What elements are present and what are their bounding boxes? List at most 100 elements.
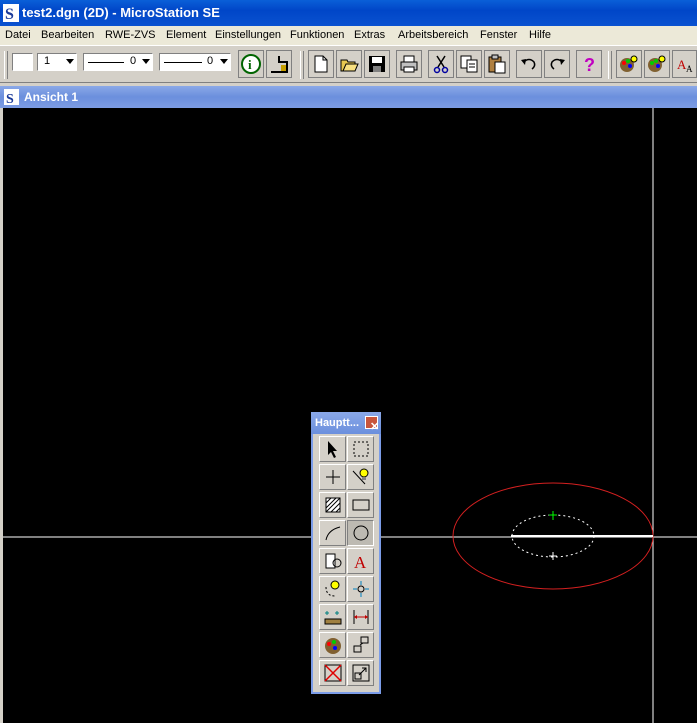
menu-element[interactable]: Element [166, 29, 206, 41]
dimension-button[interactable] [347, 604, 374, 630]
menu-extras[interactable]: Extras [354, 29, 385, 41]
chevron-down-icon [142, 59, 150, 64]
element-selection-button[interactable] [319, 436, 346, 462]
drop-element-icon [325, 553, 341, 569]
rendering-icon [648, 55, 666, 72]
place-smartline-button[interactable] [266, 50, 292, 78]
copy-icon [460, 55, 478, 73]
weight-value: 0 [207, 55, 214, 67]
pattern-button[interactable] [319, 492, 346, 518]
rectangle-icon [352, 499, 369, 511]
element-info-icon: i [241, 54, 261, 74]
text-style-button[interactable]: AA [672, 50, 697, 78]
cut-icon [433, 55, 449, 74]
main-toolbar: 1 0 0 i ? A A [0, 45, 697, 83]
menu-bar: Datei Bearbeiten RWE-ZVS Element Einstel… [0, 26, 697, 45]
microstation-app-icon: S [3, 4, 19, 22]
arc-icon [325, 526, 340, 541]
svg-text:A: A [686, 64, 693, 74]
point-button[interactable] [319, 464, 346, 490]
fence-button[interactable] [347, 436, 374, 462]
new-file-button[interactable] [308, 50, 334, 78]
svg-text:A: A [354, 553, 367, 571]
cut-button[interactable] [428, 50, 454, 78]
main-tool-palette: Hauptt... ✕ A [311, 412, 381, 694]
menu-datei[interactable]: Datei [5, 29, 31, 41]
arc-button[interactable] [319, 520, 346, 546]
point-icon [325, 470, 340, 484]
color-combo[interactable] [12, 53, 33, 71]
menu-funktionen[interactable]: Funktionen [290, 29, 344, 41]
measure-button[interactable] [319, 604, 346, 630]
print-icon [400, 55, 418, 73]
svg-text:S: S [5, 6, 14, 22]
place-smartline-icon [271, 56, 288, 73]
snap-button[interactable] [319, 576, 346, 602]
save-button[interactable] [364, 50, 390, 78]
delete-button[interactable] [319, 660, 346, 686]
text-icon: A [354, 553, 367, 571]
copy-move-button[interactable] [347, 632, 374, 658]
line-weight-preview [164, 62, 202, 63]
line-style-combo[interactable]: 0 [83, 53, 153, 71]
line-weight-combo[interactable]: 0 [159, 53, 231, 71]
change-attributes-icon [324, 638, 341, 654]
print-button[interactable] [396, 50, 422, 78]
measure-icon [324, 611, 341, 625]
window-title: test2.dgn (2D) - MicroStation SE [22, 5, 220, 20]
close-icon: ✕ [370, 421, 380, 433]
paste-button[interactable] [484, 50, 510, 78]
chevron-down-icon [220, 59, 228, 64]
svg-text:?: ? [584, 55, 595, 74]
toolbar-grip[interactable] [300, 51, 304, 79]
open-file-button[interactable] [336, 50, 362, 78]
menu-rwe-zvs[interactable]: RWE-ZVS [105, 29, 156, 41]
copy-button[interactable] [456, 50, 482, 78]
view-attributes-button[interactable] [616, 50, 642, 78]
menu-bearbeiten[interactable]: Bearbeiten [41, 29, 94, 41]
text-button[interactable]: A [347, 548, 374, 574]
style-value: 0 [130, 55, 137, 67]
palette-close-button[interactable]: ✕ [365, 416, 379, 433]
menu-arbeitsbereich[interactable]: Arbeitsbereich [398, 29, 468, 41]
redo-button[interactable] [544, 50, 570, 78]
menu-fenster[interactable]: Fenster [480, 29, 517, 41]
svg-text:S: S [6, 92, 14, 105]
scale-button[interactable] [347, 660, 374, 686]
palette-title: Hauptt... [315, 417, 359, 429]
ellipse-button[interactable] [347, 520, 374, 546]
rectangle-button[interactable] [347, 492, 374, 518]
view-titlebar[interactable]: S Ansicht 1 [0, 86, 697, 108]
svg-text:i: i [248, 57, 252, 72]
line-style-preview [88, 62, 124, 63]
change-attributes-button[interactable] [319, 632, 346, 658]
pattern-icon [325, 497, 340, 513]
ellipse-icon [353, 525, 368, 541]
paste-icon [488, 54, 506, 74]
menu-hilfe[interactable]: Hilfe [529, 29, 551, 41]
delete-icon [323, 664, 342, 682]
toolbar-grip[interactable] [4, 51, 8, 79]
undo-button[interactable] [516, 50, 542, 78]
chevron-down-icon [66, 59, 74, 64]
help-icon: ? [584, 55, 595, 74]
level-value: 1 [44, 55, 51, 67]
toolbar-grip[interactable] [608, 51, 612, 79]
level-combo[interactable]: 1 [37, 53, 77, 71]
text-style-icon: AA [677, 57, 693, 74]
rendering-button[interactable] [644, 50, 670, 78]
tentative-icon [352, 581, 369, 597]
copy-move-icon [353, 636, 368, 653]
fence-icon [353, 441, 368, 457]
palette-titlebar[interactable]: Hauptt... ✕ [311, 412, 381, 434]
drop-element-button[interactable] [319, 548, 346, 574]
tentative-button[interactable] [347, 576, 374, 602]
help-button[interactable]: ? [576, 50, 602, 78]
save-icon [369, 56, 385, 72]
new-file-icon [314, 55, 328, 73]
microstation-view-icon: S [4, 89, 19, 105]
menu-einstellungen[interactable]: Einstellungen [215, 29, 281, 41]
undo-icon [521, 58, 536, 70]
element-info-button[interactable]: i [238, 50, 264, 78]
accudraw-button[interactable] [347, 464, 374, 490]
